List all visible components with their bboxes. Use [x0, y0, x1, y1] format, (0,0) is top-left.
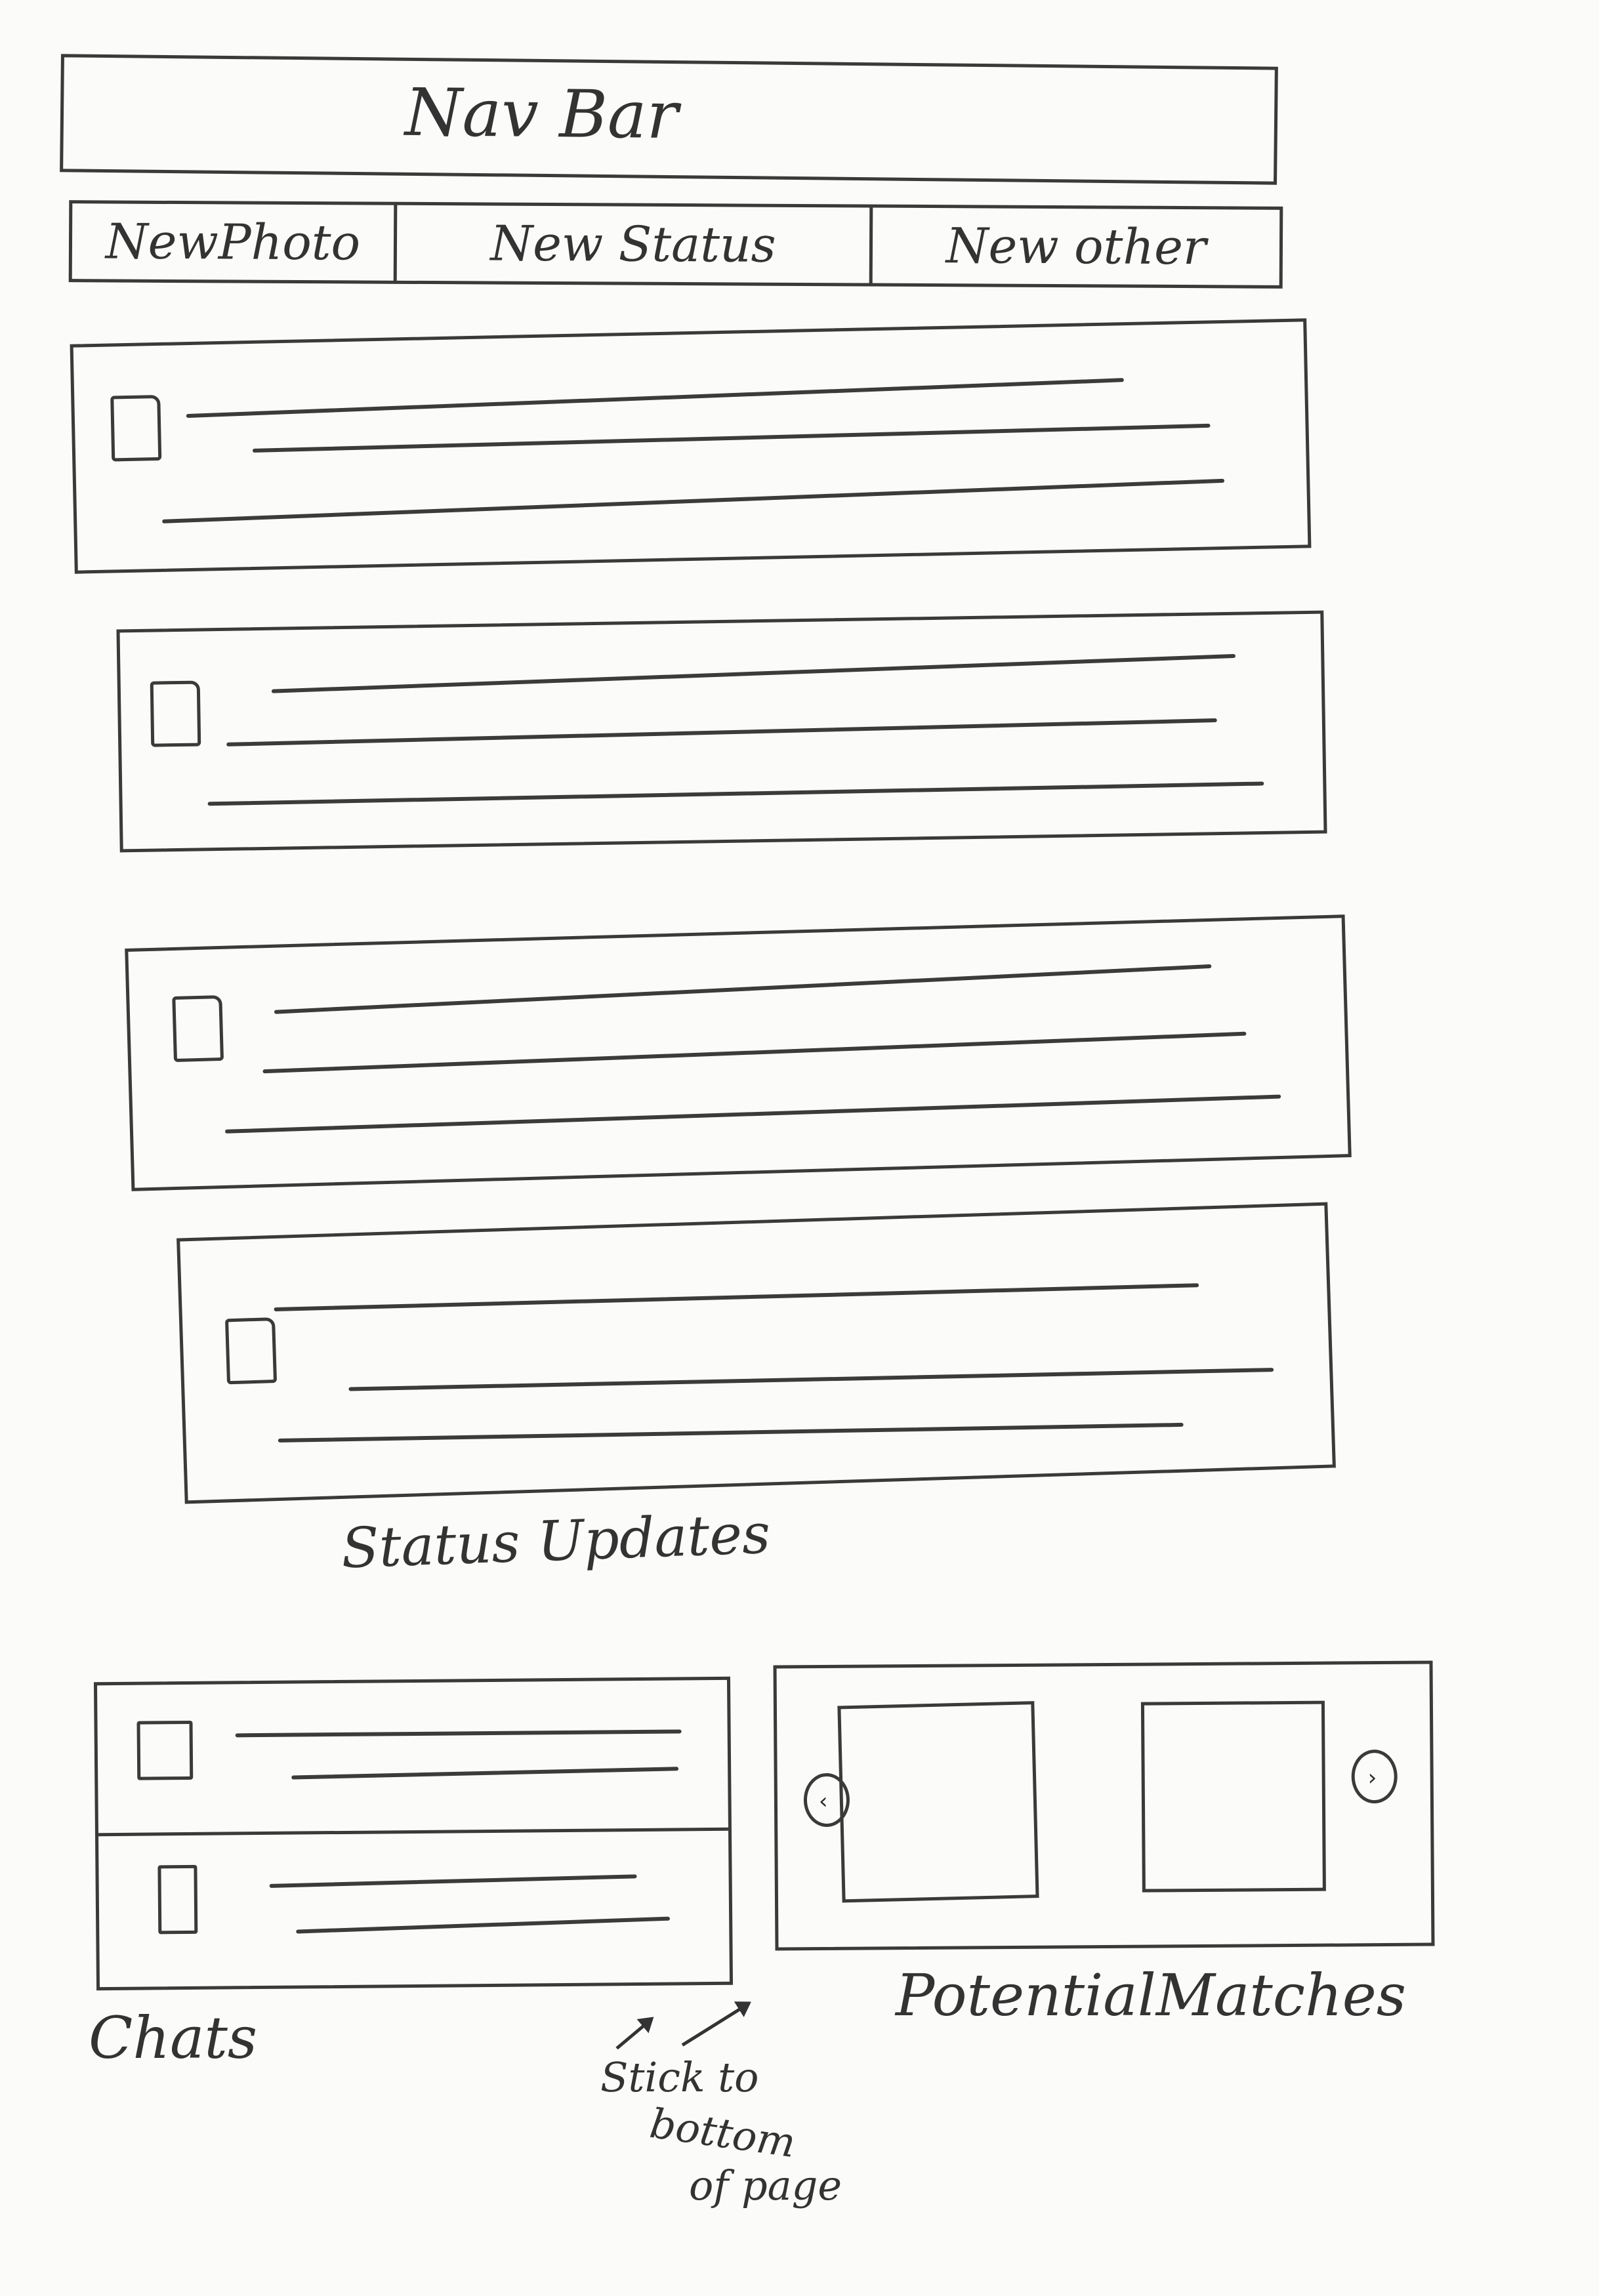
new-status-button[interactable]: New Status [397, 205, 870, 283]
chat-item[interactable] [98, 1831, 730, 1987]
post-text-line [207, 781, 1264, 806]
post-text-line [224, 1094, 1281, 1134]
new-other-button[interactable]: New other [873, 208, 1280, 285]
post-text-line [262, 1031, 1247, 1074]
annotation-arrow-icon [681, 2001, 751, 2047]
status-post-card[interactable] [125, 914, 1352, 1191]
status-updates-caption: Status Updates [340, 1501, 772, 1581]
status-post-card[interactable] [177, 1202, 1336, 1504]
avatar-placeholder-icon [172, 994, 224, 1063]
chat-text-line [291, 1767, 679, 1780]
avatar-placeholder-icon [157, 1864, 198, 1935]
nav-bar[interactable]: Nav Bar [60, 54, 1278, 185]
post-text-line [271, 653, 1236, 693]
avatar-placeholder-icon [110, 394, 162, 462]
annotation-line: of page [689, 2162, 842, 2209]
post-text-line [278, 1422, 1184, 1443]
new-photo-label: NewPhoto [105, 213, 361, 271]
chevron-right-icon[interactable]: › [1351, 1749, 1398, 1804]
post-text-line [274, 1283, 1199, 1312]
post-text-line [162, 478, 1225, 523]
new-photo-button[interactable]: NewPhoto [72, 203, 394, 281]
composer-bar: NewPhoto New Status New other [68, 200, 1283, 289]
annotation-line: Stick to [600, 2053, 759, 2101]
chat-item[interactable] [97, 1679, 728, 1837]
potential-matches-caption: PotentialMatches [896, 1961, 1406, 2029]
new-status-label: New Status [490, 215, 776, 274]
nav-bar-label: Nav Bar [404, 73, 678, 154]
chat-text-line [296, 1916, 671, 1934]
post-text-line [186, 378, 1124, 419]
match-photo-card[interactable] [1140, 1700, 1326, 1893]
avatar-placeholder-icon [150, 680, 201, 747]
match-photo-card[interactable] [837, 1701, 1039, 1903]
chat-text-line [235, 1729, 682, 1738]
chats-caption: Chats [89, 2004, 257, 2072]
post-text-line [348, 1368, 1274, 1391]
chats-panel [93, 1676, 734, 1991]
post-text-line [252, 423, 1211, 453]
new-other-label: New other [945, 217, 1207, 276]
avatar-placeholder-icon [136, 1720, 194, 1780]
status-post-card[interactable] [70, 318, 1312, 574]
avatar-placeholder-icon [224, 1317, 278, 1385]
status-post-card[interactable] [116, 610, 1327, 853]
chat-text-line [269, 1874, 637, 1888]
post-text-line [226, 718, 1217, 747]
post-text-line [274, 964, 1212, 1014]
potential-matches-panel: ‹ › [773, 1660, 1435, 1951]
annotation-line: bottom [647, 2099, 799, 2167]
annotation-arrow-icon [615, 2017, 654, 2050]
